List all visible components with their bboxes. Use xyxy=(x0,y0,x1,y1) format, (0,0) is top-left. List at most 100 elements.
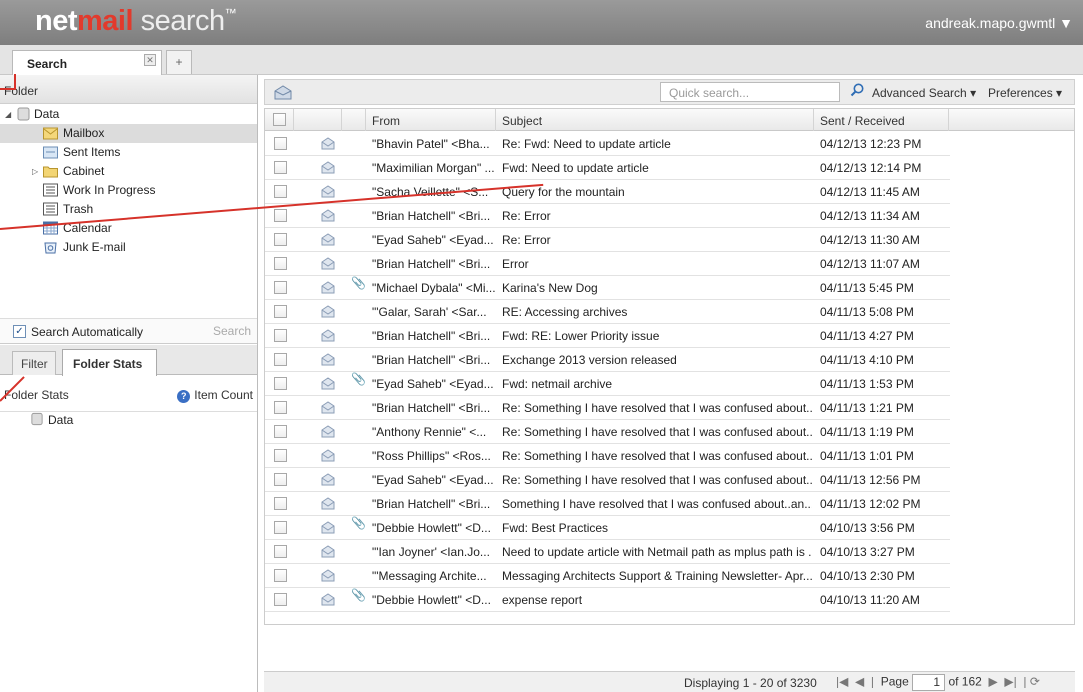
row-checkbox[interactable] xyxy=(274,185,287,198)
open-message-icon[interactable] xyxy=(273,84,293,100)
row-checkbox[interactable] xyxy=(274,569,287,582)
row-checkbox[interactable] xyxy=(274,545,287,558)
row-checkbox[interactable] xyxy=(274,377,287,390)
tree-item-work-in-progress[interactable]: Work In Progress xyxy=(0,181,257,200)
search-icon[interactable] xyxy=(850,83,864,97)
preferences-button[interactable]: Preferences ▾ xyxy=(988,86,1062,100)
row-from: "Brian Hatchell" <Bri... xyxy=(372,257,491,271)
row-checkbox[interactable] xyxy=(274,473,287,486)
envelope-icon xyxy=(321,473,335,486)
read-column-header[interactable] xyxy=(294,109,342,131)
folder-stats-header: Folder Stats ? Item Count xyxy=(0,375,257,412)
table-row[interactable]: "Ross Phillips" <Ros... Re: Something I h… xyxy=(265,444,950,468)
table-row[interactable]: "Brian Hatchell" <Bri... Fwd: RE: Lower P… xyxy=(265,324,950,348)
row-checkbox[interactable] xyxy=(274,425,287,438)
table-row[interactable]: "'Galar, Sarah' <Sar... RE: Accessing arc… xyxy=(265,300,950,324)
last-page-icon[interactable]: ▶| xyxy=(1004,675,1016,689)
envelope-icon xyxy=(321,401,335,414)
item-count-selector[interactable]: ? Item Count xyxy=(177,388,253,403)
sent-received-column-header[interactable]: Sent / Received xyxy=(814,109,949,131)
annotation-arrow-1-stem xyxy=(14,74,16,90)
tab-folder-stats[interactable]: Folder Stats xyxy=(62,349,157,376)
mailbox-icon xyxy=(43,127,58,140)
row-checkbox[interactable] xyxy=(274,161,287,174)
quick-search-input[interactable]: Quick search... xyxy=(660,82,840,102)
row-subject: Exchange 2013 version released xyxy=(502,353,677,367)
envelope-icon xyxy=(321,353,335,366)
row-checkbox[interactable] xyxy=(274,209,287,222)
row-date: 04/12/13 12:14 PM xyxy=(820,161,922,175)
collapsed-triangle-icon[interactable]: ▷ xyxy=(32,162,38,181)
row-checkbox[interactable] xyxy=(274,329,287,342)
row-subject: Re: Error xyxy=(502,209,551,223)
envelope-icon xyxy=(321,329,335,342)
table-row[interactable]: "Eyad Saheb" <Eyad... Re: Something I hav… xyxy=(265,468,950,492)
row-checkbox[interactable] xyxy=(274,353,287,366)
search-automatically-checkbox[interactable]: ✓ xyxy=(13,325,26,338)
table-row[interactable]: "Brian Hatchell" <Bri... Re: Something I … xyxy=(265,396,950,420)
row-checkbox[interactable] xyxy=(274,257,287,270)
row-subject: Messaging Architects Support & Training … xyxy=(502,569,812,583)
table-row[interactable]: 📎 "Eyad Saheb" <Eyad... Fwd: netmail archi… xyxy=(265,372,950,396)
row-subject: Fwd: netmail archive xyxy=(502,377,613,391)
row-checkbox[interactable] xyxy=(274,281,287,294)
netmail-logo: netmail search™ xyxy=(35,5,237,37)
row-from: "Maximilian Morgan" ... xyxy=(372,161,495,175)
table-row[interactable]: "Brian Hatchell" <Bri... Error 04/12/13 11… xyxy=(265,252,950,276)
select-all-column[interactable] xyxy=(265,109,294,131)
row-checkbox[interactable] xyxy=(274,305,287,318)
database-icon xyxy=(17,107,30,121)
tree-item-mailbox[interactable]: Mailbox xyxy=(0,124,257,143)
table-row[interactable]: 📎 "Debbie Howlett" <D... expense report 04/… xyxy=(265,588,950,612)
close-icon[interactable]: ✕ xyxy=(144,54,156,66)
select-all-checkbox[interactable] xyxy=(273,113,286,126)
row-checkbox[interactable] xyxy=(274,401,287,414)
table-row[interactable]: "Sacha Veillette" <S...Query for the mou… xyxy=(265,180,950,204)
table-row[interactable]: 📎 "Debbie Howlett" <D... Fwd: Best Practic… xyxy=(265,516,950,540)
tab-filter[interactable]: Filter xyxy=(12,351,56,375)
tree-item-sent-items[interactable]: Sent Items xyxy=(0,143,257,162)
tab-search[interactable]: Search ✕ xyxy=(12,50,162,75)
from-column-header[interactable]: From xyxy=(366,109,496,131)
row-checkbox[interactable] xyxy=(274,521,287,534)
row-date: 04/11/13 1:01 PM xyxy=(820,449,914,463)
row-checkbox[interactable] xyxy=(274,593,287,606)
row-checkbox[interactable] xyxy=(274,497,287,510)
add-tab-button[interactable]: + xyxy=(166,50,192,74)
next-page-icon[interactable]: ▶ xyxy=(988,675,997,689)
tree-item-data[interactable]: ◢ Data xyxy=(0,105,257,124)
table-row[interactable]: "Bhavin Patel" <Bha... Re: Fwd: Need to u… xyxy=(265,132,950,156)
sent-icon xyxy=(43,146,58,159)
expanded-triangle-icon[interactable]: ◢ xyxy=(5,105,11,124)
tree-item-cabinet[interactable]: ▷ Cabinet xyxy=(0,162,257,181)
database-icon xyxy=(31,412,43,426)
table-row[interactable]: "Brian Hatchell" <Bri... Re: Error 04/12/1… xyxy=(265,204,950,228)
advanced-search-button[interactable]: Advanced Search ▾ xyxy=(872,86,976,100)
help-icon: ? xyxy=(177,390,191,403)
row-checkbox[interactable] xyxy=(274,137,287,150)
first-page-icon[interactable]: |◀ xyxy=(836,675,848,689)
subject-column-header[interactable]: Subject xyxy=(496,109,814,131)
table-row[interactable]: "Eyad Saheb" <Eyad... Re: Error 04/12/13 1… xyxy=(265,228,950,252)
tree-item-junk-email[interactable]: Junk E-mail xyxy=(0,238,257,257)
table-row[interactable]: "'Messaging Archite... Messaging Architec… xyxy=(265,564,950,588)
table-row[interactable]: "'Ian Joyner' <Ian.Jo... Need to update a… xyxy=(265,540,950,564)
row-checkbox[interactable] xyxy=(274,233,287,246)
user-menu[interactable]: andreak.mapo.gwmtl ▼ xyxy=(925,15,1073,31)
refresh-icon[interactable]: ⟳ xyxy=(1030,675,1040,689)
table-row[interactable]: "Maximilian Morgan" ... Fwd: Need to upda… xyxy=(265,156,950,180)
table-row[interactable]: "Anthony Rennie" <... Re: Something I hav… xyxy=(265,420,950,444)
envelope-icon xyxy=(321,593,335,606)
table-row[interactable]: "Brian Hatchell" <Bri... Something I have… xyxy=(265,492,950,516)
table-row[interactable]: "Brian Hatchell" <Bri... Exchange 2013 ve… xyxy=(265,348,950,372)
search-button[interactable]: Search xyxy=(213,324,251,338)
page-number-input[interactable]: 1 xyxy=(912,674,946,691)
attachment-column-header[interactable] xyxy=(342,109,366,131)
row-subject: Karina's New Dog xyxy=(502,281,598,295)
row-checkbox[interactable] xyxy=(274,449,287,462)
table-row[interactable]: 📎 "Michael Dybala" <Mi... Karina's New Dog… xyxy=(265,276,950,300)
row-date: 04/11/13 1:53 PM xyxy=(820,377,914,391)
row-from: "Brian Hatchell" <Bri... xyxy=(372,209,491,223)
prev-page-icon[interactable]: ◀ xyxy=(855,675,864,689)
tree-item-calendar[interactable]: Calendar xyxy=(0,219,257,238)
